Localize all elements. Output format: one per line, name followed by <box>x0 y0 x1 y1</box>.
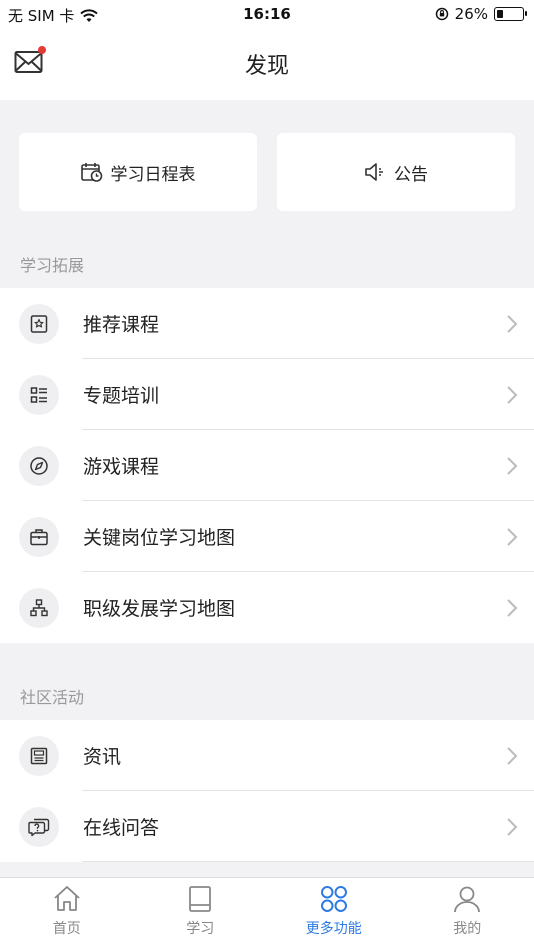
star-bookmark-icon <box>30 314 48 333</box>
learning-list: 推荐课程 专题培训 游戏课程 关键岗位学习地图 职级发展学习地图 <box>0 288 534 643</box>
quick-actions: 学习日程表 公告 <box>19 133 515 211</box>
announcement-label: 公告 <box>394 164 428 185</box>
tab-label: 首页 <box>52 921 81 937</box>
icon-circle <box>19 374 59 415</box>
tab-more-features[interactable]: 更多功能 <box>267 878 401 950</box>
section-header-learning: 学习拓展 <box>20 256 85 275</box>
tab-study[interactable]: 学习 <box>134 878 268 950</box>
page-title: 发现 <box>244 54 289 79</box>
chevron-right-icon <box>507 817 518 836</box>
item-label: 职级发展学习地图 <box>83 598 236 620</box>
compass-icon <box>30 456 48 475</box>
chevron-right-icon <box>507 456 518 475</box>
nav-bar: 发现 <box>0 28 534 100</box>
icon-circle <box>19 445 59 486</box>
item-label: 游戏课程 <box>83 456 160 478</box>
chat-question-icon <box>28 818 50 836</box>
hierarchy-icon <box>30 598 48 616</box>
speaker-icon <box>365 163 383 181</box>
chevron-right-icon <box>507 598 518 617</box>
calendar-clock-icon <box>80 163 102 182</box>
community-list: 资讯 在线问答 <box>0 720 534 862</box>
person-icon <box>454 886 481 913</box>
list-item-topic-training[interactable]: 专题培训 <box>0 359 534 430</box>
book-icon <box>189 886 212 912</box>
schedule-label: 学习日程表 <box>110 164 196 185</box>
list-item-key-position-map[interactable]: 关键岗位学习地图 <box>0 501 534 572</box>
mail-button[interactable] <box>14 46 46 76</box>
list-grid-icon <box>30 386 47 403</box>
tab-label: 我的 <box>453 921 482 937</box>
icon-circle <box>19 516 59 557</box>
list-item-rank-development-map[interactable]: 职级发展学习地图 <box>0 572 534 643</box>
icon-circle <box>19 303 59 344</box>
tab-bar: 首页 学习 更多功能 我的 <box>0 877 534 950</box>
announcement-card[interactable]: 公告 <box>277 133 515 211</box>
icon-circle <box>19 806 59 847</box>
item-label: 推荐课程 <box>83 314 160 336</box>
battery-icon <box>494 7 527 21</box>
tab-mine[interactable]: 我的 <box>401 878 534 950</box>
item-label: 关键岗位学习地图 <box>83 527 236 549</box>
tab-home[interactable]: 首页 <box>0 878 134 950</box>
list-item-news[interactable]: 资讯 <box>0 720 534 791</box>
status-right: 26% <box>435 5 527 23</box>
briefcase-icon <box>30 528 48 545</box>
status-bar: 无 SIM 卡 16:16 26% <box>0 0 534 28</box>
divider <box>82 861 534 862</box>
icon-circle <box>19 587 59 628</box>
orientation-lock-icon <box>435 7 448 21</box>
clover-grid-icon <box>320 886 347 912</box>
icon-circle <box>19 735 59 776</box>
tab-label: 学习 <box>186 921 215 937</box>
schedule-card[interactable]: 学习日程表 <box>19 133 257 211</box>
home-icon <box>54 886 80 911</box>
chevron-right-icon <box>507 314 518 333</box>
item-label: 在线问答 <box>83 817 160 839</box>
list-item-game-course[interactable]: 游戏课程 <box>0 430 534 501</box>
item-label: 专题培训 <box>83 385 160 407</box>
unread-badge <box>38 46 46 54</box>
chevron-right-icon <box>507 385 518 404</box>
chevron-right-icon <box>507 527 518 546</box>
chevron-right-icon <box>507 746 518 765</box>
list-item-recommended[interactable]: 推荐课程 <box>0 288 534 359</box>
section-header-community: 社区活动 <box>20 688 85 707</box>
tab-label: 更多功能 <box>305 921 362 937</box>
item-label: 资讯 <box>83 746 122 768</box>
list-item-online-qa[interactable]: 在线问答 <box>0 791 534 862</box>
battery-percent: 26% <box>454 5 488 23</box>
mail-icon <box>14 51 43 73</box>
newspaper-icon <box>30 747 48 764</box>
